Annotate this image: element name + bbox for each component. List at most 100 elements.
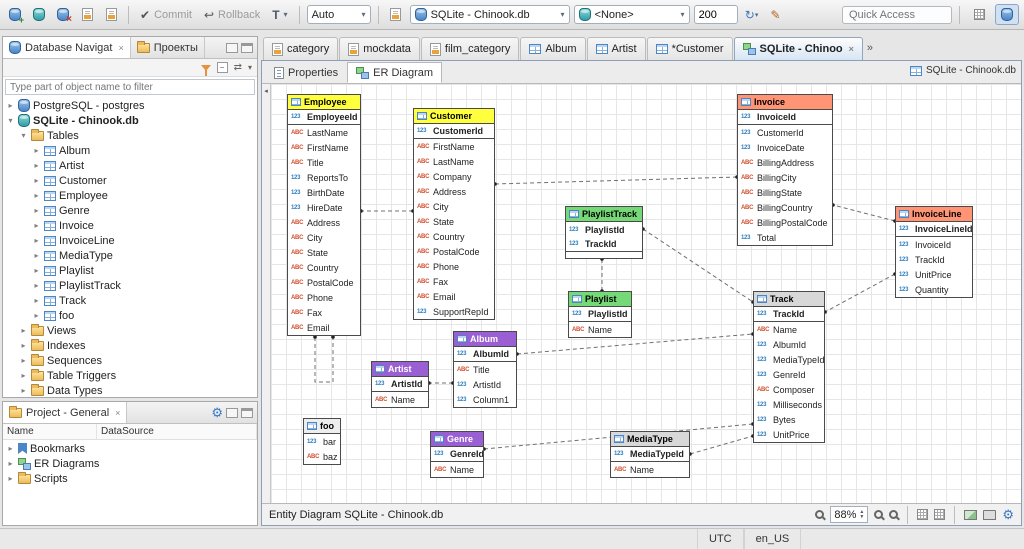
entity-column-lastname[interactable]: ABC LastName	[414, 154, 494, 169]
tree-item-mediatype[interactable]: ▸ MediaType	[3, 248, 257, 263]
entity-column-genreid[interactable]: 123 GenreId	[431, 447, 483, 462]
search-icon[interactable]	[815, 510, 825, 519]
tab-project-general[interactable]: Project - General ×	[3, 402, 128, 423]
collapse-all-icon[interactable]: −	[216, 62, 228, 73]
tree-item-data-types[interactable]: ▸ Data Types	[3, 383, 257, 397]
tree-item-customer[interactable]: ▸ Customer	[3, 173, 257, 188]
tab-overflow-button[interactable]: »	[867, 42, 873, 54]
entity-column-milliseconds[interactable]: 123 Milliseconds	[754, 397, 824, 412]
relation-track-album[interactable]	[516, 333, 754, 355]
tree-item-album[interactable]: ▸ Album	[3, 143, 257, 158]
settings-icon[interactable]: ⚙	[211, 406, 223, 419]
tree-expander[interactable]: ▸	[32, 146, 41, 155]
entity-title[interactable]: Playlist	[569, 292, 631, 307]
save-image-icon[interactable]	[964, 509, 978, 520]
entity-column-baz[interactable]: ABC baz	[304, 449, 340, 464]
zoom-in-icon[interactable]	[874, 510, 884, 519]
entity-title[interactable]: Customer	[414, 109, 494, 124]
entity-invoice[interactable]: Invoice 123 InvoiceId 123 CustomerId 123 Invoi…	[737, 94, 833, 246]
entity-column-mediatypeid[interactable]: 123 MediaTypeId	[754, 352, 824, 367]
editor-tab-film-category[interactable]: film_category	[420, 37, 520, 60]
tab-properties[interactable]: Properties	[265, 62, 347, 83]
entity-column-country[interactable]: ABC Country	[288, 260, 360, 275]
tree-expander[interactable]: ▸	[32, 251, 41, 260]
rollback-button[interactable]: ↩ Rollback	[200, 6, 264, 24]
entity-column-lastname[interactable]: ABC LastName	[288, 125, 360, 140]
entity-column-composer[interactable]: ABC Composer	[754, 382, 824, 397]
column-header-datasource[interactable]: DataSource	[97, 424, 257, 439]
relation-track-mediatype[interactable]	[689, 435, 754, 455]
new-connection-icon[interactable]	[5, 5, 25, 25]
commit-button[interactable]: ✔ Commit	[136, 6, 196, 24]
minimize-icon[interactable]	[226, 407, 238, 418]
entity-column-artistid[interactable]: 123 ArtistId	[454, 377, 516, 392]
view-menu-icon[interactable]: ▾	[248, 63, 252, 72]
entity-column-albumid[interactable]: 123 AlbumId	[754, 337, 824, 352]
entity-column-name[interactable]: ABC Name	[431, 462, 483, 477]
fetch-size-input[interactable]	[693, 5, 738, 24]
entity-column-playlistid[interactable]: 123 PlaylistId	[569, 307, 631, 322]
tree-item-invoice[interactable]: ▸ Invoice	[3, 218, 257, 233]
entity-column-country[interactable]: ABC Country	[414, 229, 494, 244]
entity-title[interactable]: foo	[304, 419, 340, 434]
editor-tab-customer[interactable]: *Customer	[646, 37, 733, 60]
new-sql-editor-icon[interactable]	[101, 5, 121, 25]
entity-column-invoicedate[interactable]: 123 InvoiceDate	[738, 140, 832, 155]
filter-icon[interactable]	[200, 64, 211, 76]
entity-column-fax[interactable]: ABC Fax	[414, 274, 494, 289]
maximize-icon[interactable]	[241, 407, 253, 418]
open-perspective-icon[interactable]	[967, 4, 991, 25]
entity-column-playlistid[interactable]: 123 PlaylistId	[566, 222, 642, 237]
tab-projects[interactable]: Проекты	[131, 37, 205, 58]
entity-column-postalcode[interactable]: ABC PostalCode	[288, 275, 360, 290]
entity-column-firstname[interactable]: ABC FirstName	[414, 139, 494, 154]
zoom-level-select[interactable]: 88% ▲ ▼	[830, 506, 869, 523]
entity-column-trackid[interactable]: 123 TrackId	[566, 237, 642, 252]
entity-artist[interactable]: Artist 123 ArtistId ABC Name	[371, 361, 429, 408]
entity-column-bar[interactable]: 123 bar	[304, 434, 340, 449]
entity-column-trackid[interactable]: 123 TrackId	[896, 252, 972, 267]
entity-column-address[interactable]: ABC Address	[414, 184, 494, 199]
relation-invoiceline-invoice[interactable]	[832, 204, 896, 222]
tree-item-foo[interactable]: ▸ foo	[3, 308, 257, 323]
tree-item-table-triggers[interactable]: ▸ Table Triggers	[3, 368, 257, 383]
tab-close-icon[interactable]: ×	[849, 44, 854, 54]
tree-expander[interactable]: ▸	[19, 326, 28, 335]
entity-column-billingaddress[interactable]: ABC BillingAddress	[738, 155, 832, 170]
minimize-icon[interactable]	[226, 42, 238, 53]
disconnect-icon[interactable]	[53, 5, 73, 25]
entity-column-artistid[interactable]: 123 ArtistId	[372, 377, 428, 392]
entity-column-email[interactable]: ABC Email	[414, 289, 494, 304]
tab-close-icon[interactable]: ×	[118, 43, 123, 53]
commit-mode-select[interactable]: Auto ▾	[306, 5, 371, 24]
entity-column-billingpostalcode[interactable]: ABC BillingPostalCode	[738, 215, 832, 230]
entity-title[interactable]: Track	[754, 292, 824, 307]
entity-mediatype[interactable]: MediaType 123 MediaTypeId ABC Name	[610, 431, 690, 478]
entity-column-billingcountry[interactable]: ABC BillingCountry	[738, 200, 832, 215]
entity-genre[interactable]: Genre 123 GenreId ABC Name	[430, 431, 484, 478]
edit-icon[interactable]: ✎	[766, 5, 786, 25]
entity-column-name[interactable]: ABC Name	[754, 322, 824, 337]
entity-column-birthdate[interactable]: 123 BirthDate	[288, 185, 360, 200]
entity-album[interactable]: Album 123 AlbumId ABC Title 123 ArtistId 123 Col…	[453, 331, 517, 408]
diagram-settings-icon[interactable]: ⚙	[1002, 508, 1014, 521]
palette-collapse-strip[interactable]: ◂	[262, 84, 271, 503]
tree-item-genre[interactable]: ▸ Genre	[3, 203, 257, 218]
editor-tab-mockdata[interactable]: mockdata	[339, 37, 420, 60]
entity-column-phone[interactable]: ABC Phone	[414, 259, 494, 274]
sql-editor-icon[interactable]	[77, 5, 97, 25]
quick-access-input[interactable]	[842, 5, 952, 24]
tree-expander[interactable]: ▸	[32, 221, 41, 230]
entity-column-unitprice[interactable]: 123 UnitPrice	[754, 427, 824, 442]
tree-expander[interactable]: ▸	[32, 206, 41, 215]
sql-script-icon[interactable]	[386, 5, 406, 25]
entity-column-employeeid[interactable]: 123 EmployeeId	[288, 110, 360, 125]
entity-title[interactable]: Employee	[288, 95, 360, 110]
project-item-bookmarks[interactable]: ▸ Bookmarks	[3, 441, 257, 456]
entity-title[interactable]: Artist	[372, 362, 428, 377]
entity-column-invoicelineid[interactable]: 123 InvoiceLineId	[896, 222, 972, 237]
tree-expander[interactable]: ▸	[6, 101, 15, 110]
zoom-out-icon[interactable]	[889, 510, 899, 519]
project-item-scripts[interactable]: ▸ Scripts	[3, 471, 257, 486]
database-perspective-icon[interactable]	[995, 4, 1019, 25]
